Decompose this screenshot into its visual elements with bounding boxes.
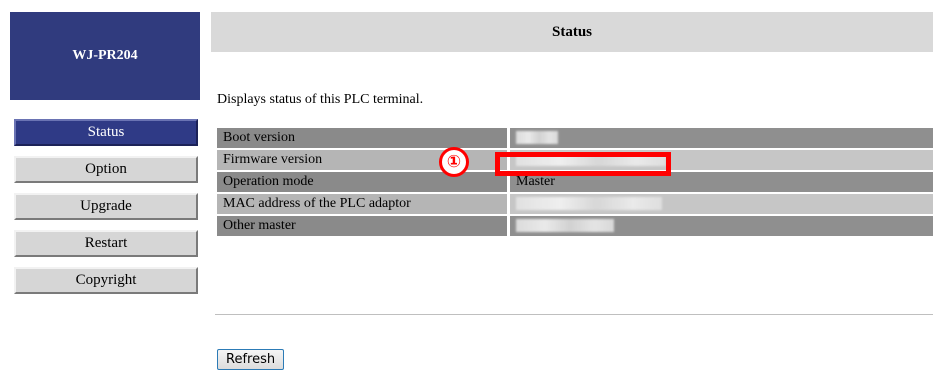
nav-option-button[interactable]: Option	[14, 156, 198, 183]
divider	[215, 314, 933, 315]
table-row: Boot version	[217, 128, 933, 148]
table-row: MAC address of the PLC adaptor	[217, 194, 933, 214]
boot-version-value	[510, 128, 933, 148]
sidebar-nav: Status Option Upgrade Restart Copyright	[14, 119, 200, 304]
page: WJ-PR204 Status Option Upgrade Restart C…	[0, 0, 933, 371]
nav-label: Copyright	[75, 272, 137, 288]
nav-status-button[interactable]: Status	[14, 119, 198, 146]
mac-address-value	[510, 194, 933, 214]
nav-label: Restart	[84, 235, 128, 251]
device-model: WJ-PR204	[72, 48, 138, 63]
redacted-value	[516, 131, 558, 145]
page-title: Status	[551, 23, 592, 40]
nav-restart-button[interactable]: Restart	[14, 230, 198, 257]
status-table: Boot version Firmware version Operation …	[217, 126, 933, 238]
table-row: Other master	[217, 216, 933, 236]
nav-label: Option	[85, 161, 127, 177]
nav-label: Upgrade	[80, 198, 132, 214]
redacted-value	[516, 197, 662, 211]
nav-copyright-button[interactable]: Copyright	[14, 267, 198, 294]
row-label: Operation mode	[217, 172, 510, 192]
row-label: MAC address of the PLC adaptor	[217, 194, 510, 214]
row-label: Boot version	[217, 128, 510, 148]
refresh-button[interactable]: Refresh	[217, 349, 285, 370]
redacted-value	[516, 219, 614, 233]
other-master-value	[510, 216, 933, 236]
device-logo: WJ-PR204	[10, 12, 200, 100]
row-label: Other master	[217, 216, 510, 236]
nav-label: Status	[87, 124, 125, 140]
annotation-highlight-box	[495, 152, 671, 176]
nav-upgrade-button[interactable]: Upgrade	[14, 193, 198, 220]
page-description: Displays status of this PLC terminal.	[217, 92, 424, 107]
page-header: Status	[211, 12, 933, 52]
annotation-marker: ①	[439, 147, 469, 177]
